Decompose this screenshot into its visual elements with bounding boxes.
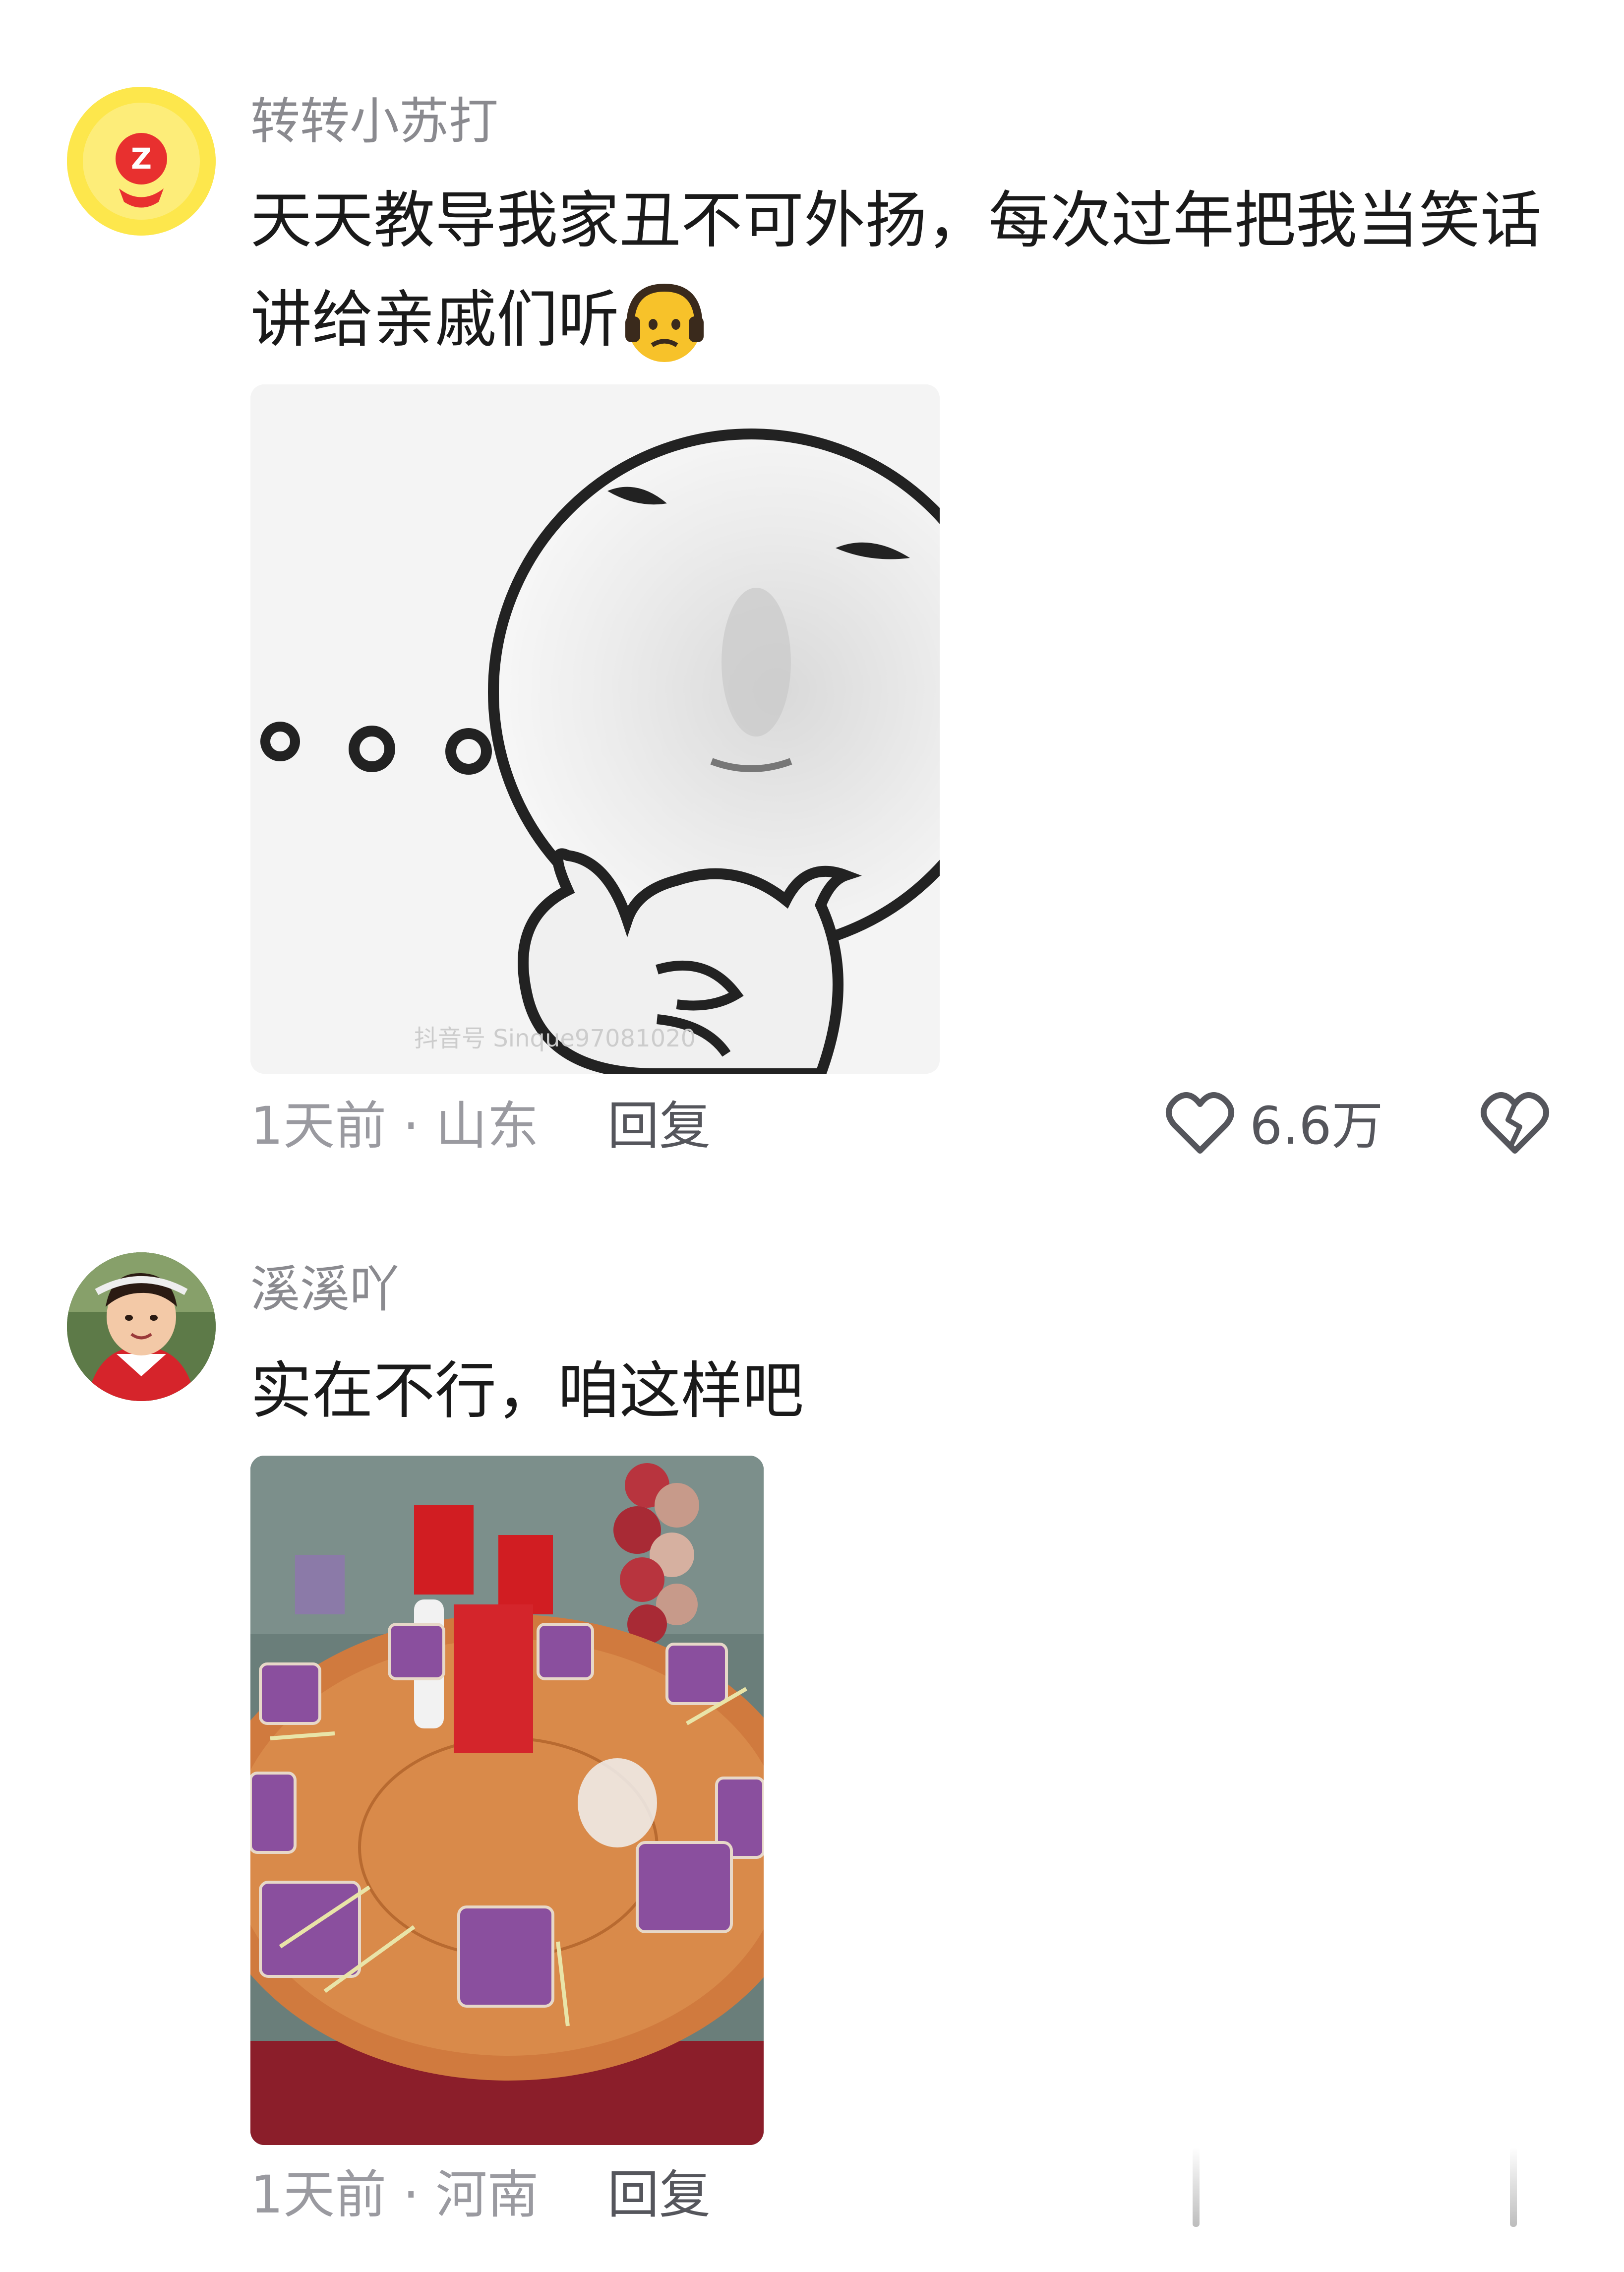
svg-text:Z: Z: [131, 142, 152, 176]
comment-location: 河南: [435, 2164, 539, 2225]
z-logo-icon: Z: [67, 87, 216, 236]
table-with-instant-noodles-photo: [250, 1456, 764, 2145]
broken-heart-icon[interactable]: [1480, 1091, 1550, 1158]
username[interactable]: 转转小苏打: [250, 92, 498, 151]
comment-meta: 1天前 · 山东: [250, 1094, 539, 1158]
reply-button[interactable]: 回复: [607, 1094, 711, 1158]
comment-text-line: 天天教导我家丑不可外扬，每次过年把我当笑话: [250, 185, 1542, 256]
meta-separator: ·: [403, 1096, 420, 1156]
avatar[interactable]: Z: [67, 87, 216, 236]
username[interactable]: 溪溪吖: [250, 1260, 399, 1319]
avatar[interactable]: [67, 1252, 216, 1401]
annoyed-face-emoji: [622, 282, 707, 366]
comment-text: 实在不行，咱这样吧: [250, 1355, 804, 1427]
meta-separator: ·: [403, 2164, 420, 2225]
comment-text: 天天教导我家丑不可外扬，每次过年把我当笑话 讲给亲戚们听: [250, 171, 1564, 369]
comment-text-line: 讲给亲戚们听: [250, 270, 1564, 369]
like-count: 6.6万: [1250, 1096, 1383, 1156]
heart-outline-icon[interactable]: [1165, 1091, 1235, 1158]
comment-time: 1天前: [250, 2164, 387, 2225]
comment-location: 山东: [435, 1096, 539, 1156]
meme-image: 抖音号 Sinque97081020: [250, 384, 940, 1074]
comment-image[interactable]: [250, 1456, 764, 2145]
comment-meta: 1天前 · 河南: [250, 2162, 539, 2227]
watermark: 抖音号 Sinque97081020: [414, 1025, 696, 1052]
comment-time: 1天前: [250, 1096, 387, 1156]
scroll-indicator: [1193, 2148, 1200, 2227]
reply-button[interactable]: 回复: [607, 2162, 711, 2227]
child-photo-avatar: [67, 1252, 216, 1401]
scroll-indicator: [1510, 2148, 1517, 2227]
comment-text-line-2: 讲给亲戚们听: [250, 284, 620, 356]
comment-image[interactable]: 抖音号 Sinque97081020: [250, 384, 940, 1074]
